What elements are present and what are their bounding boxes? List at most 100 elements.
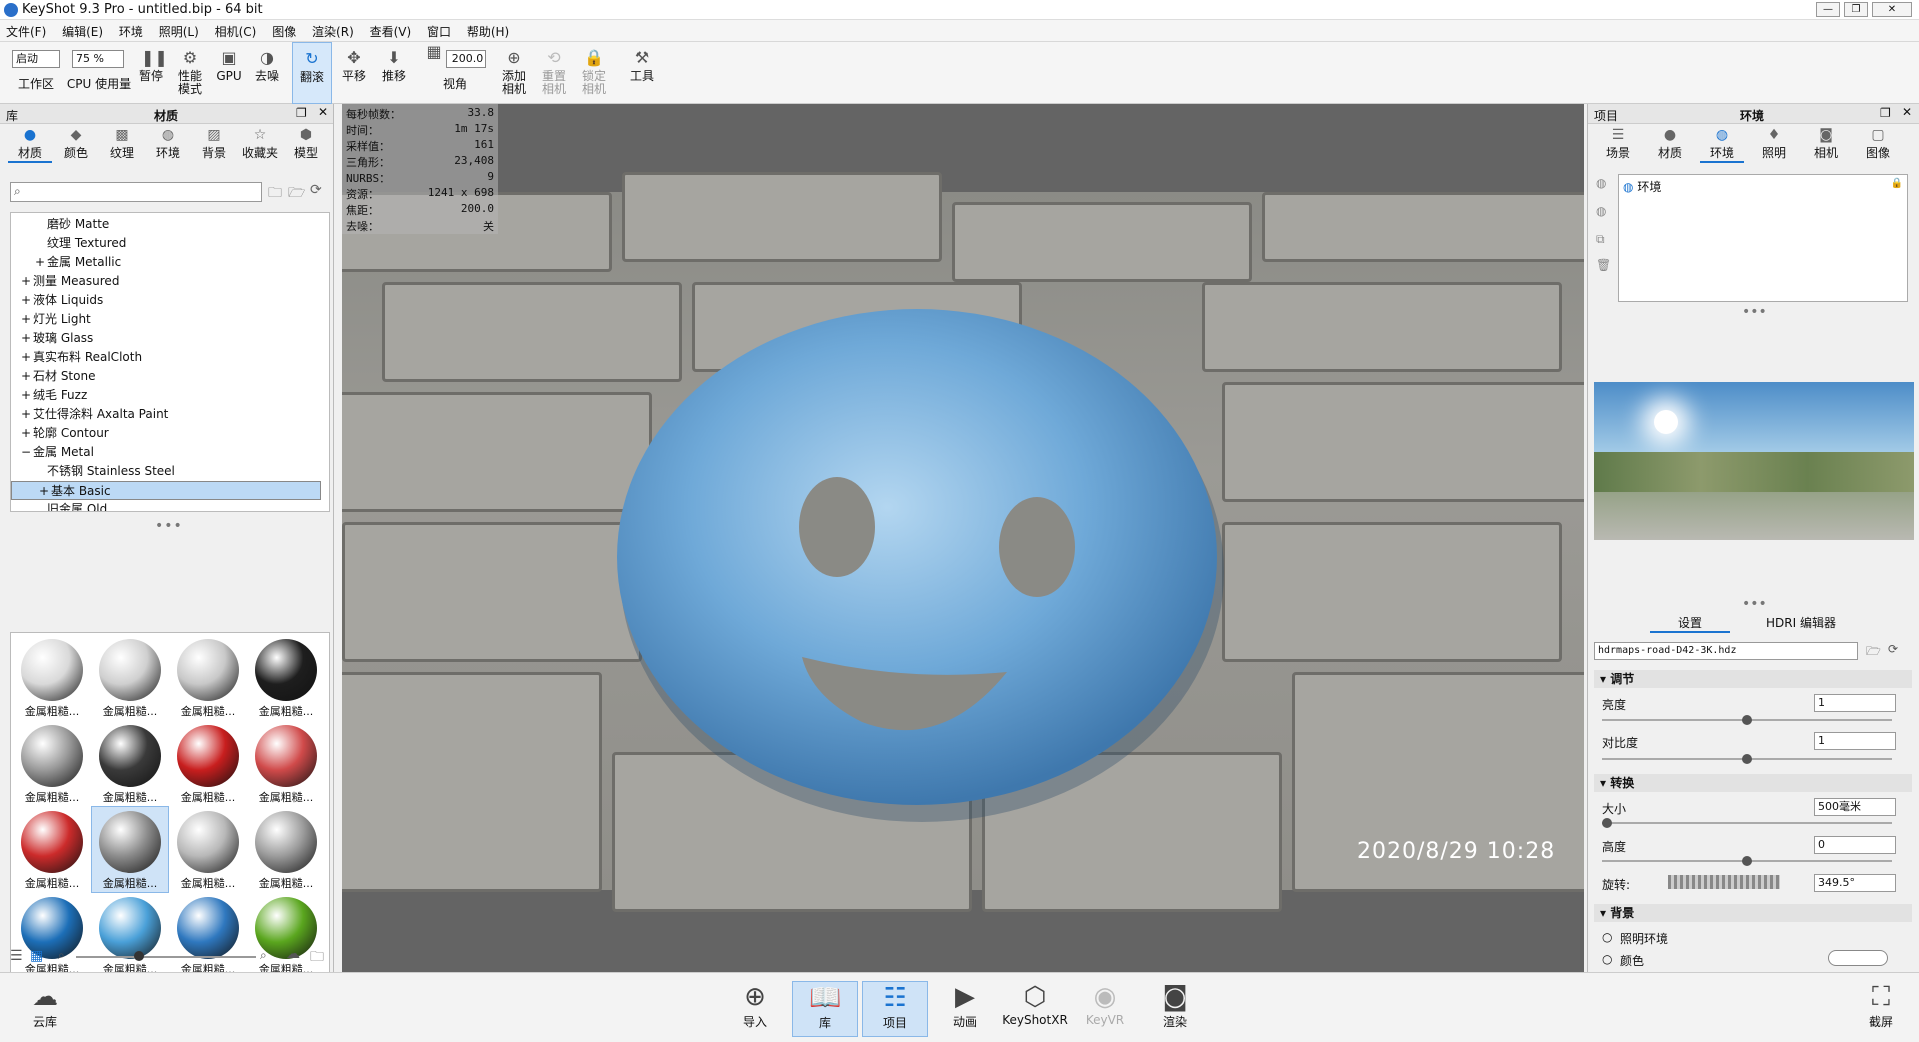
material-thumbnail[interactable]: 金属粗糙... <box>248 721 324 806</box>
splitter-handle-icon[interactable]: ••• <box>1742 304 1767 320</box>
tree-expander-icon[interactable]: + <box>21 329 33 348</box>
tab-camera[interactable]: ◙ 相机 <box>1804 126 1848 161</box>
material-thumbnail[interactable]: 金属粗糙... <box>92 893 168 978</box>
tools-button[interactable]: ⚒ 工具 <box>622 42 662 104</box>
adjust-section-header[interactable]: ▾ 调节 <box>1594 670 1912 688</box>
rotation-dial[interactable] <box>1668 875 1780 889</box>
tree-expander-icon[interactable]: + <box>21 424 33 443</box>
grid-view-icon[interactable]: ▦ <box>30 948 43 964</box>
material-thumbnail[interactable]: 金属粗糙... <box>92 721 168 806</box>
trash-icon[interactable]: 🗑 <box>1596 258 1611 272</box>
zoom-out-icon[interactable]: ⌕ <box>58 948 65 963</box>
tumble-button[interactable]: ↻ 翻滚 <box>292 42 332 104</box>
export-folder-icon[interactable]: 🗁 <box>288 182 305 206</box>
lock-icon[interactable]: 🔒 <box>1891 178 1903 189</box>
animation-button[interactable]: ▶ 动画 <box>932 981 998 1037</box>
zoom-in-icon[interactable]: ⌕ <box>260 948 267 963</box>
tree-item[interactable]: 不锈钢 Stainless Steel <box>11 462 321 481</box>
render-viewport[interactable]: 每秒帧数： 33.8 时间： 1m 17s 采样值： 161 三角形： 23,408 NURBS… <box>342 104 1584 972</box>
material-thumbnail[interactable]: 金属粗糙... <box>170 721 246 806</box>
menu-lighting[interactable]: 照明(L) <box>153 20 205 40</box>
menu-environment[interactable]: 环境 <box>113 20 149 40</box>
tree-item[interactable]: + 真实布料 RealCloth <box>11 348 321 367</box>
tab-hdri-editor[interactable]: HDRI 编辑器 <box>1766 614 1836 631</box>
tree-item[interactable]: 旧金属 Old <box>11 500 321 511</box>
menu-view[interactable]: 查看(V) <box>364 20 418 40</box>
pause-button[interactable]: ❚❚ 暂停 <box>134 42 168 104</box>
tree-expander-icon[interactable]: + <box>21 367 33 386</box>
height-input[interactable]: 0 <box>1814 836 1896 854</box>
tree-item[interactable]: + 轮廓 Contour <box>11 424 321 443</box>
slider-knob[interactable] <box>1742 856 1752 866</box>
contrast-slider[interactable] <box>1602 754 1892 764</box>
denoise-button[interactable]: ◑ 去噪 <box>250 42 284 104</box>
menu-image[interactable]: 图像 <box>266 20 302 40</box>
splitter-handle-icon[interactable]: ••• <box>155 518 183 534</box>
duplicate-environment-icon[interactable]: ◍ <box>1596 204 1606 218</box>
slider-knob[interactable] <box>1602 818 1612 828</box>
tree-item[interactable]: + 基本 Basic <box>11 481 321 500</box>
gpu-button[interactable]: ▣ GPU <box>212 42 246 104</box>
bg-color-swatch[interactable] <box>1828 950 1888 966</box>
material-thumbnail[interactable]: 金属粗糙... <box>92 635 168 720</box>
project-button[interactable]: ☷ 项目 <box>862 981 928 1037</box>
tree-expander-icon[interactable]: + <box>21 310 33 329</box>
menu-edit[interactable]: 编辑(E) <box>56 20 109 40</box>
material-thumbnail[interactable]: 金属粗糙... <box>170 807 246 892</box>
add-environment-icon[interactable]: ◍ <box>1596 176 1606 190</box>
tree-item[interactable]: + 玻璃 Glass <box>11 329 321 348</box>
background-section-header[interactable]: ▾ 背景 <box>1594 904 1912 922</box>
size-slider[interactable] <box>1602 818 1892 828</box>
tree-item[interactable]: + 绒毛 Fuzz <box>11 386 321 405</box>
tab-scene[interactable]: ☰ 场景 <box>1596 126 1640 161</box>
material-thumbnail[interactable]: 金属粗糙... <box>248 635 324 720</box>
tree-item[interactable]: − 金属 Metal <box>11 443 321 462</box>
render-button[interactable]: ◙ 渲染 <box>1142 981 1208 1037</box>
menu-window[interactable]: 窗口 <box>421 20 457 40</box>
tree-item[interactable]: 纹理 Textured <box>11 234 321 253</box>
tree-expander-icon[interactable]: + <box>39 482 51 501</box>
keyshotxr-button[interactable]: ⬡ KeyShotXR <box>1002 981 1068 1037</box>
fov-input[interactable]: 200.0 <box>446 50 486 68</box>
import-folder-icon[interactable]: 🗀 <box>268 182 282 206</box>
contrast-input[interactable]: 1 <box>1814 732 1896 750</box>
tree-item[interactable]: + 艾仕得涂料 Axalta Paint <box>11 405 321 424</box>
tab-materials[interactable]: ● 材质 <box>8 126 52 163</box>
tab-settings[interactable]: 设置 <box>1650 614 1730 633</box>
tab-environment[interactable]: ◍ 环境 <box>1700 126 1744 163</box>
reload-icon[interactable]: ⟳ <box>1888 642 1898 656</box>
thumbnail-size-slider[interactable] <box>76 951 256 961</box>
bg-lighting-radio[interactable]: ○ <box>1602 930 1612 944</box>
slider-knob[interactable] <box>1742 754 1752 764</box>
tab-backplates[interactable]: ▨ 背景 <box>192 126 236 161</box>
folder-icon[interactable]: 🗀 <box>310 946 324 970</box>
tab-colors[interactable]: ◆ 颜色 <box>54 126 98 161</box>
cloud-upload-icon[interactable]: ☁ <box>286 946 300 962</box>
refresh-icon[interactable]: ⟳ <box>310 182 322 198</box>
tree-expander-icon[interactable]: + <box>21 291 33 310</box>
material-thumbnail[interactable]: 金属粗糙... <box>14 893 90 978</box>
reset-camera-button[interactable]: ⟲ 重置 相机 <box>536 42 572 104</box>
open-folder-icon[interactable]: 🗁 <box>1866 642 1881 663</box>
tab-lighting[interactable]: ♦ 照明 <box>1752 126 1796 161</box>
environment-list-item[interactable]: ◍ 环境 <box>1623 178 1661 195</box>
tab-textures[interactable]: ▩ 纹理 <box>100 126 144 161</box>
material-thumbnail[interactable]: 金属粗糙... <box>170 635 246 720</box>
float-panel-icon[interactable]: ❐ <box>296 106 307 120</box>
pan-button[interactable]: ✥ 平移 <box>336 42 372 104</box>
tab-image[interactable]: ▢ 图像 <box>1856 126 1900 161</box>
tree-item[interactable]: + 石材 Stone <box>11 367 321 386</box>
tree-item[interactable]: + 灯光 Light <box>11 310 321 329</box>
dolly-button[interactable]: ⬇ 推移 <box>376 42 412 104</box>
library-button[interactable]: 📖 库 <box>792 981 858 1037</box>
minimize-button[interactable]: — <box>1816 2 1840 17</box>
material-thumbnail[interactable]: 金属粗糙... <box>14 635 90 720</box>
menu-file[interactable]: 文件(F) <box>0 20 52 40</box>
material-thumbnail[interactable]: 金属粗糙... <box>170 893 246 978</box>
material-thumbnail[interactable]: 金属粗糙... <box>248 807 324 892</box>
hdri-preview[interactable] <box>1594 382 1914 540</box>
tree-expander-icon[interactable]: − <box>21 443 33 462</box>
tree-item[interactable]: + 液体 Liquids <box>11 291 321 310</box>
close-panel-icon[interactable]: ✕ <box>318 105 328 119</box>
import-button[interactable]: ⊕ 导入 <box>722 981 788 1037</box>
